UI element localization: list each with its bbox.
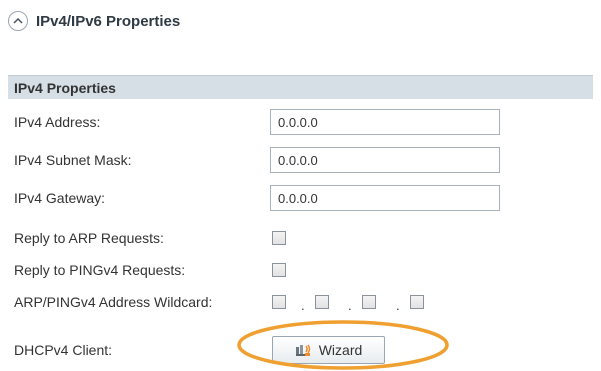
ipv4-address-input[interactable] xyxy=(270,109,500,135)
ipv4-subnet-label: IPv4 Subnet Mask: xyxy=(14,152,132,168)
wizard-button-label: Wizard xyxy=(318,342,363,358)
reply-arp-label: Reply to ARP Requests: xyxy=(14,230,164,246)
group-title: IPv4 Properties xyxy=(14,79,116,96)
reply-ping-label: Reply to PINGv4 Requests: xyxy=(14,262,186,278)
dhcp-client-label: DHCPv4 Client: xyxy=(14,342,113,358)
ipv4-subnet-input[interactable] xyxy=(270,147,500,173)
group-header: IPv4 Properties xyxy=(8,75,593,99)
wildcard-separator: . xyxy=(396,298,400,313)
wizard-button[interactable]: Wizard xyxy=(272,336,385,364)
reply-ping-checkbox[interactable] xyxy=(272,263,286,277)
wildcard-separator: . xyxy=(348,298,352,313)
address-wildcard-label: ARP/PINGv4 Address Wildcard: xyxy=(14,294,213,310)
wildcard-octet-4-checkbox[interactable] xyxy=(410,295,424,309)
ipv4-address-label: IPv4 Address: xyxy=(14,114,101,130)
ipv4-gateway-input[interactable] xyxy=(270,185,500,211)
ipv4-gateway-label: IPv4 Gateway: xyxy=(14,190,106,206)
wildcard-separator: . xyxy=(301,298,305,313)
section-header: IPv4/IPv6 Properties xyxy=(8,8,180,34)
wildcard-octet-2-checkbox[interactable] xyxy=(315,295,329,309)
reply-arp-checkbox[interactable] xyxy=(272,231,286,245)
collapse-button[interactable] xyxy=(8,11,28,31)
section-title: IPv4/IPv6 Properties xyxy=(36,12,181,30)
chevron-up-icon xyxy=(13,18,23,24)
wizard-icon xyxy=(295,343,313,357)
wildcard-octet-1-checkbox[interactable] xyxy=(272,295,286,309)
wildcard-octet-3-checkbox[interactable] xyxy=(362,295,376,309)
